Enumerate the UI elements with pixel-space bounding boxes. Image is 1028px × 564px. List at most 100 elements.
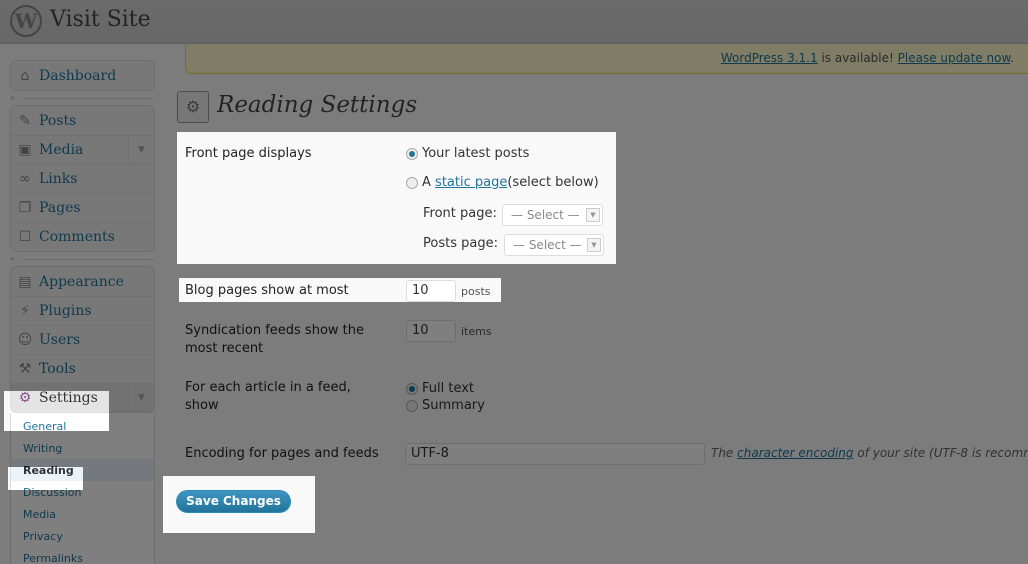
visit-site-link[interactable]: Visit Site [50, 7, 151, 32]
radio-static-page[interactable]: A static page (select below) [406, 175, 599, 190]
chevron-down-icon: ▼ [586, 208, 600, 222]
option-label: Your latest posts [422, 146, 530, 161]
submenu-general[interactable]: General [11, 415, 154, 437]
posts-per-rss-input[interactable]: 10 [406, 320, 456, 342]
sidebar-item-posts[interactable]: ✎ Posts [11, 106, 154, 135]
settings-sliders-icon: ⚙ [18, 390, 32, 406]
posts-per-page-input[interactable]: 10 [406, 280, 456, 302]
submenu-permalinks[interactable]: Permalinks [11, 547, 154, 564]
update-notice-end: . [1010, 51, 1014, 65]
radio-unchecked-icon[interactable] [406, 176, 418, 189]
option-label: Summary [422, 398, 485, 413]
admin-menu: ⌂ Dashboard « ✎ Posts ▣ Media ▼ ∞ Links ❐ Pag… [10, 60, 155, 564]
sidebar-item-label: Pages [39, 200, 81, 216]
sidebar-item-dashboard[interactable]: ⌂ Dashboard [11, 61, 154, 90]
sidebar-item-plugins[interactable]: ⚡ Plugins [11, 296, 154, 325]
syndication-label-line1: Syndication feeds show the [185, 323, 364, 338]
sidebar-item-label: Plugins [39, 303, 92, 319]
settings-submenu: General Writing Reading Discussion Media… [10, 413, 155, 564]
chevron-down-icon[interactable]: ▼ [128, 136, 154, 164]
update-notice-text: is available! [817, 51, 898, 65]
sidebar-item-label: Comments [39, 229, 115, 245]
comment-bubble-icon: ☐ [18, 229, 32, 245]
collapse-icon[interactable]: « [10, 93, 15, 102]
submenu-media[interactable]: Media [11, 503, 154, 525]
appearance-icon: ▤ [18, 273, 32, 290]
feed-article-label-line2: show [185, 398, 219, 413]
syndication-label-line2: most recent [185, 341, 264, 356]
front-page-select[interactable]: — Select — ▼ [502, 204, 603, 226]
sidebar-item-comments[interactable]: ☐ Comments [11, 222, 154, 251]
wordpress-version-link[interactable]: WordPress 3.1.1 [721, 51, 818, 65]
radio-unchecked-icon[interactable] [406, 399, 418, 412]
items-unit: items [461, 325, 492, 338]
blog-pages-label: Blog pages show at most [185, 283, 349, 298]
radio-full-text[interactable]: Full text [406, 381, 474, 396]
posts-page-select-label: Posts page: [423, 236, 498, 251]
media-icon: ▣ [18, 142, 32, 158]
dashboard-icon: ⌂ [20, 67, 30, 84]
sidebar-item-label: Settings [39, 390, 98, 406]
users-icon: ☺ [17, 332, 33, 348]
option-label: A [422, 175, 431, 190]
sidebar-item-label: Appearance [39, 273, 124, 290]
posts-unit: posts [461, 285, 491, 298]
chevron-down-icon: ▼ [587, 238, 601, 252]
radio-checked-icon[interactable] [406, 147, 418, 160]
tools-icon: ⚒ [18, 361, 32, 377]
menu-separator: « [10, 252, 155, 266]
select-value: — Select — [513, 238, 582, 252]
front-page-label: Front page displays [185, 146, 312, 161]
option-label-suffix: (select below) [507, 175, 599, 190]
dashboard-group: ⌂ Dashboard [10, 60, 155, 91]
sidebar-item-appearance[interactable]: ▤ Appearance [11, 267, 154, 296]
sidebar-item-users[interactable]: ☺ Users [11, 325, 154, 354]
chain-link-icon: ∞ [19, 171, 31, 187]
content-group: ✎ Posts ▣ Media ▼ ∞ Links ❐ Pages ☐ Comments [10, 105, 155, 252]
desc-suffix: of your site (UTF-8 is recomm [853, 446, 1028, 460]
pushpin-icon: ✎ [19, 112, 31, 129]
chevron-down-icon[interactable]: ▼ [128, 384, 154, 412]
static-page-link[interactable]: static page [435, 175, 507, 190]
character-encoding-link[interactable]: character encoding [737, 446, 853, 460]
page-title: Reading Settings [217, 92, 418, 118]
sidebar-item-pages[interactable]: ❐ Pages [11, 193, 154, 222]
sidebar-item-label: Media [39, 142, 84, 158]
sidebar-item-label: Users [39, 332, 81, 348]
select-value: — Select — [511, 208, 580, 222]
submenu-reading[interactable]: Reading [11, 459, 154, 481]
submenu-discussion[interactable]: Discussion [11, 481, 154, 503]
desc-prefix: The [711, 446, 738, 460]
sidebar-item-media[interactable]: ▣ Media ▼ [11, 135, 154, 164]
front-page-select-label: Front page: [423, 206, 497, 221]
radio-summary[interactable]: Summary [406, 398, 485, 413]
encoding-label: Encoding for pages and feeds [185, 446, 379, 461]
encoding-description: The character encoding of your site (UTF… [711, 446, 1028, 460]
save-changes-button[interactable]: Save Changes [176, 490, 291, 513]
sidebar-item-label: Dashboard [39, 67, 117, 84]
feed-article-label-line1: For each article in a feed, [185, 380, 351, 395]
sidebar-item-label: Posts [39, 112, 77, 129]
submenu-privacy[interactable]: Privacy [11, 525, 154, 547]
submenu-writing[interactable]: Writing [11, 437, 154, 459]
admin-group: ▤ Appearance ⚡ Plugins ☺ Users ⚒ Tools ⚙ Sett… [10, 266, 155, 413]
radio-latest-posts[interactable]: Your latest posts [406, 146, 529, 161]
menu-separator: « [10, 91, 155, 105]
wordpress-logo-icon: W [10, 5, 42, 37]
sidebar-item-label: Tools [39, 361, 76, 377]
pages-icon: ❐ [18, 200, 32, 216]
blog-charset-input[interactable]: UTF-8 [405, 443, 705, 465]
sidebar-item-label: Links [39, 171, 78, 187]
plug-icon: ⚡ [20, 303, 30, 319]
sidebar-item-links[interactable]: ∞ Links [11, 164, 154, 193]
option-label: Full text [422, 381, 475, 396]
sidebar-item-settings[interactable]: ⚙ Settings ▼ [11, 383, 154, 412]
sidebar-item-tools[interactable]: ⚒ Tools [11, 354, 154, 383]
admin-header: W Visit Site [0, 0, 1028, 44]
update-notice: WordPress 3.1.1 is available! Please upd… [185, 44, 1028, 74]
collapse-icon[interactable]: « [10, 254, 15, 263]
settings-page-icon: ⚙ [177, 91, 209, 123]
radio-checked-icon[interactable] [406, 382, 418, 395]
posts-page-select[interactable]: — Select — ▼ [504, 234, 604, 256]
update-now-link[interactable]: Please update now [898, 51, 1011, 65]
